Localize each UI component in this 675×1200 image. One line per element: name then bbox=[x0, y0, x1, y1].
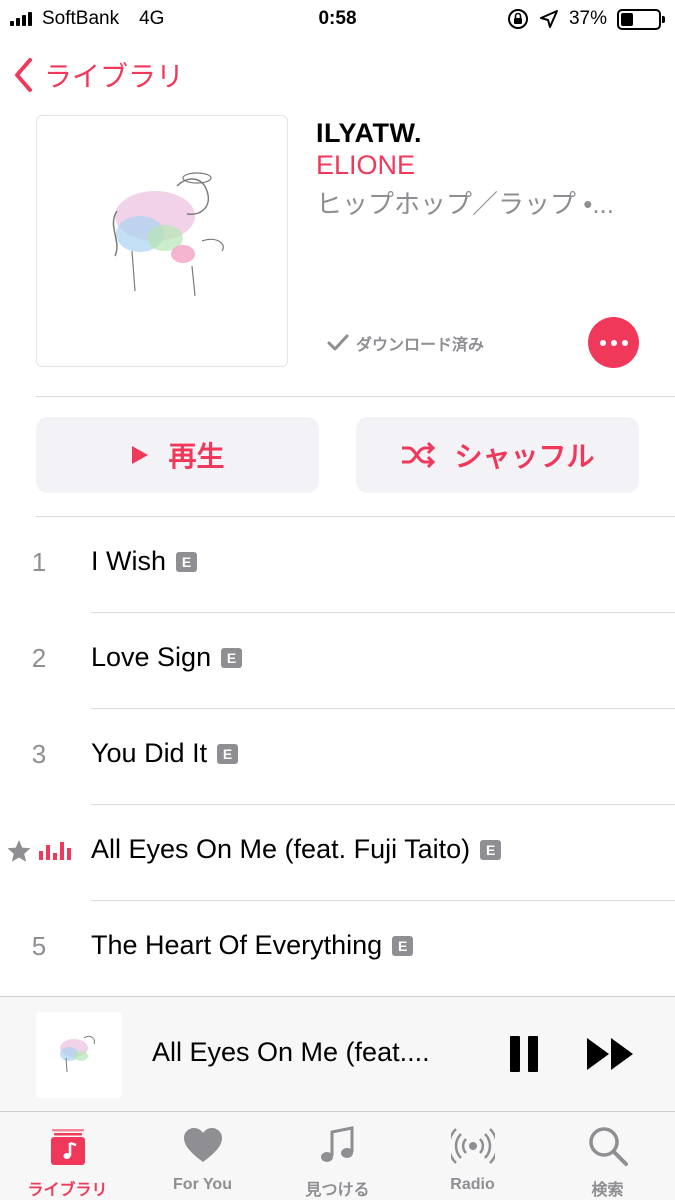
mini-player-title: All Eyes On Me (feat.... bbox=[152, 1037, 430, 1067]
status-bar: SoftBank 4G 0:58 37% bbox=[0, 0, 675, 40]
track-row-now-playing[interactable]: All Eyes On Me (feat. Fuji Taito) E bbox=[0, 805, 675, 901]
downloaded-label: ダウンロード済み bbox=[356, 337, 485, 354]
equalizer-icon bbox=[39, 842, 71, 860]
ellipsis-icon bbox=[599, 339, 606, 346]
pause-icon-bar bbox=[528, 1036, 538, 1072]
more-options-button[interactable] bbox=[588, 317, 639, 368]
explicit-badge: E bbox=[480, 839, 502, 860]
orientation-lock-icon bbox=[507, 9, 528, 29]
track-row[interactable]: 3 You Did It E bbox=[0, 709, 675, 805]
explicit-badge: E bbox=[176, 551, 198, 572]
track-row[interactable]: 1 I Wish E bbox=[0, 517, 675, 613]
tab-label: For You bbox=[173, 1176, 232, 1193]
tab-label: ライブラリ bbox=[27, 1182, 108, 1199]
battery-icon bbox=[617, 8, 665, 30]
shuffle-button[interactable]: シャッフル bbox=[356, 417, 639, 493]
ellipsis-dot bbox=[621, 339, 628, 346]
header-divider bbox=[36, 396, 675, 397]
radio-icon bbox=[450, 1128, 495, 1164]
star-icon bbox=[7, 840, 31, 862]
tab-browse[interactable]: 見つける bbox=[270, 1112, 405, 1200]
tab-label: 見つける bbox=[305, 1182, 370, 1199]
tab-library[interactable]: ライブラリ bbox=[0, 1112, 135, 1200]
back-button[interactable]: ライブラリ bbox=[12, 55, 184, 95]
library-icon bbox=[50, 1129, 85, 1165]
tab-label: Radio bbox=[450, 1176, 495, 1193]
tab-radio[interactable]: Radio bbox=[405, 1112, 540, 1200]
album-artwork bbox=[36, 115, 288, 367]
next-track-button[interactable] bbox=[585, 1036, 635, 1072]
shuffle-icon bbox=[402, 442, 436, 468]
play-button[interactable]: 再生 bbox=[36, 417, 319, 493]
chevron-left-icon bbox=[15, 58, 32, 92]
album-genre-year: ヒップホップ／ラップ •... bbox=[316, 189, 614, 219]
play-icon bbox=[132, 446, 149, 464]
explicit-badge: E bbox=[217, 743, 239, 764]
checkmark-icon bbox=[327, 334, 349, 351]
artwork-illustration bbox=[112, 172, 224, 297]
track-title: Love Sign bbox=[91, 642, 212, 672]
music-note-icon bbox=[320, 1126, 353, 1162]
track-row[interactable]: 2 Love Sign E bbox=[0, 613, 675, 709]
explicit-badge: E bbox=[221, 647, 243, 668]
pause-icon bbox=[510, 1036, 520, 1072]
shuffle-label: シャッフル bbox=[454, 441, 595, 472]
heart-icon bbox=[183, 1128, 222, 1162]
pause-button[interactable] bbox=[510, 1036, 538, 1072]
tab-search[interactable]: 検索 bbox=[540, 1112, 675, 1200]
track-number: 1 bbox=[31, 547, 47, 577]
album-artist-link[interactable]: ELIONE bbox=[316, 150, 415, 181]
now-playing-indicator bbox=[6, 839, 71, 863]
tab-bar: ライブラリ For You 見つける Radio 検索 bbox=[0, 1111, 675, 1200]
track-number: 3 bbox=[31, 739, 47, 769]
mini-player-artwork bbox=[36, 1012, 122, 1098]
track-title: I Wish bbox=[91, 546, 167, 576]
tab-label: 検索 bbox=[591, 1182, 624, 1199]
play-label: 再生 bbox=[168, 441, 225, 472]
track-title: All Eyes On Me (feat. Fuji Taito) bbox=[91, 834, 471, 864]
ellipsis-dot bbox=[610, 339, 617, 346]
album-title: ILYATW. bbox=[316, 118, 423, 148]
tab-for-you[interactable]: For You bbox=[135, 1112, 270, 1200]
track-number: 2 bbox=[31, 643, 47, 673]
explicit-badge: E bbox=[392, 935, 414, 956]
mini-player[interactable]: All Eyes On Me (feat.... bbox=[0, 996, 675, 1111]
search-icon bbox=[588, 1127, 628, 1166]
downloaded-status: ダウンロード済み bbox=[326, 331, 484, 355]
location-arrow-icon bbox=[539, 10, 558, 28]
track-title: You Did It bbox=[91, 738, 208, 768]
track-row[interactable]: 5 The Heart Of Everything E bbox=[0, 901, 675, 997]
back-label: ライブラリ bbox=[44, 61, 185, 92]
track-title: The Heart Of Everything bbox=[91, 930, 383, 960]
battery-percent: 37% bbox=[568, 8, 607, 29]
track-number: 5 bbox=[31, 931, 47, 961]
mini-artwork-illustration bbox=[60, 1035, 95, 1073]
